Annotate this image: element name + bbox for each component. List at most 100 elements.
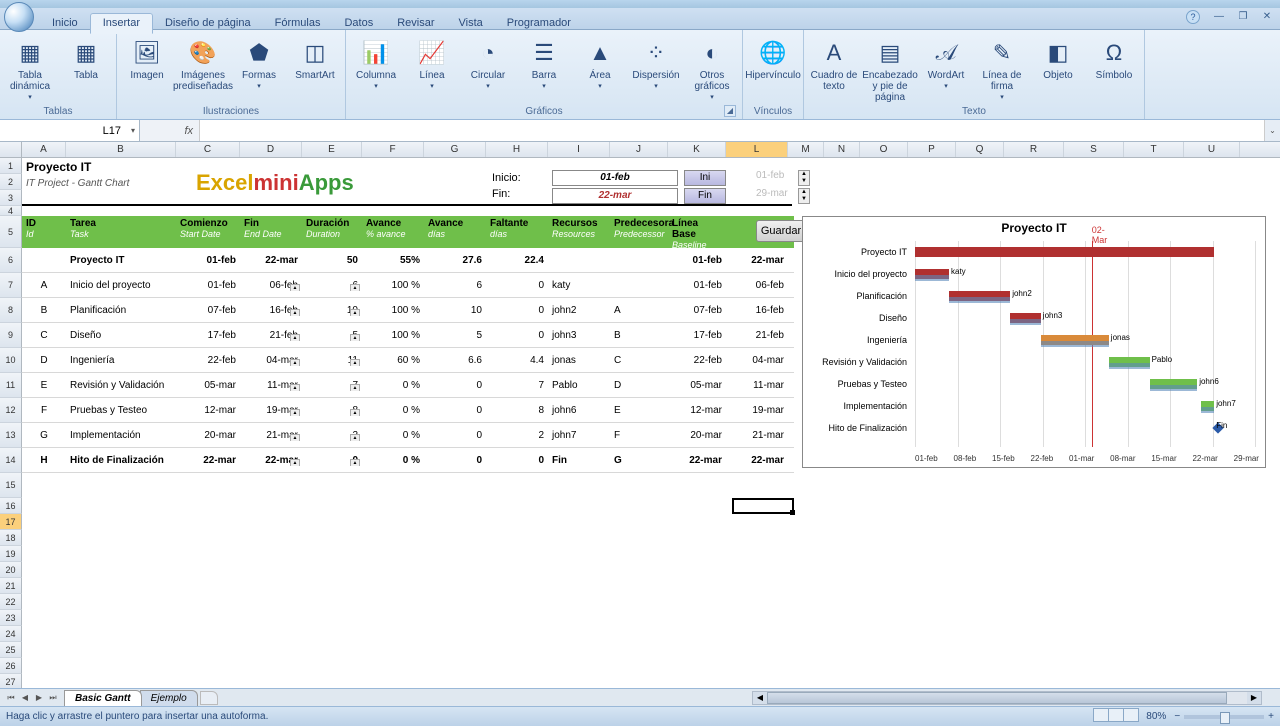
spreadsheet-grid[interactable]: ABCDEFGHIJKLMNOPQRSTU 123456789101112131…	[0, 142, 1280, 688]
zoom-level[interactable]: 80%	[1146, 711, 1166, 722]
column-header[interactable]: L	[726, 142, 788, 157]
ribbon-button[interactable]: 📈Línea▾	[408, 34, 456, 92]
ribbon-button[interactable]: 📊Columna▾	[352, 34, 400, 92]
cell-spinner[interactable]	[290, 434, 300, 441]
table-row[interactable]: DIngeniería22-feb04-mar1160 %6.64.4jonas…	[22, 348, 794, 373]
row-header[interactable]: 8	[0, 298, 22, 323]
column-header[interactable]: U	[1184, 142, 1240, 157]
cell-spinner[interactable]	[350, 434, 360, 441]
ribbon-button[interactable]: ΩSímbolo	[1090, 34, 1138, 81]
minimize-icon[interactable]: —	[1210, 10, 1228, 22]
cell-spinner[interactable]	[350, 384, 360, 391]
ribbon-button[interactable]: 🎨Imágenes prediseñadas	[179, 34, 227, 92]
row-header[interactable]: 19	[0, 546, 22, 562]
row-header[interactable]: 1	[0, 158, 22, 174]
cell-spinner[interactable]	[350, 334, 360, 341]
row-header[interactable]: 18	[0, 530, 22, 546]
ribbon-button[interactable]: 🌐Hipervínculo	[749, 34, 797, 81]
cell-spinner[interactable]	[290, 409, 300, 416]
ribbon-button[interactable]: ⁘Dispersión▾	[632, 34, 680, 92]
ribbon-button[interactable]: ▲Área▾	[576, 34, 624, 92]
guardar-button[interactable]: Guardar	[756, 220, 806, 242]
row-header[interactable]: 25	[0, 642, 22, 658]
expand-formula-icon[interactable]: ⌄	[1264, 120, 1280, 141]
row-header[interactable]: 21	[0, 578, 22, 594]
row-header[interactable]: 20	[0, 562, 22, 578]
row-header[interactable]: 4	[0, 206, 22, 216]
column-header[interactable]: A	[22, 142, 66, 157]
column-header[interactable]: I	[548, 142, 610, 157]
table-row[interactable]: CDiseño17-feb21-feb5100 %50john3B17-feb2…	[22, 323, 794, 348]
row-header[interactable]: 17	[0, 514, 22, 530]
ribbon-button[interactable]: ◫SmartArt	[291, 34, 339, 81]
selected-cell[interactable]	[732, 498, 794, 514]
row-header[interactable]: 22	[0, 594, 22, 610]
cell-spinner[interactable]	[350, 409, 360, 416]
column-header[interactable]: O	[860, 142, 908, 157]
row-header[interactable]: 6	[0, 248, 22, 273]
column-header[interactable]: D	[240, 142, 302, 157]
row-header[interactable]: 27	[0, 674, 22, 688]
ribbon-button[interactable]: 𝒜WordArt▾	[922, 34, 970, 92]
table-row[interactable]: HHito de Finalización22-mar22-mar00 %00F…	[22, 448, 794, 473]
row-header[interactable]: 11	[0, 373, 22, 398]
ribbon-button[interactable]: ACuadro de texto	[810, 34, 858, 92]
dialog-launcher-icon[interactable]: ◢	[724, 105, 736, 117]
cell-spinner[interactable]	[290, 384, 300, 391]
row-header[interactable]: 26	[0, 658, 22, 674]
row-header[interactable]: 9	[0, 323, 22, 348]
column-header[interactable]: Q	[956, 142, 1004, 157]
row-header[interactable]: 7	[0, 273, 22, 298]
cell-spinner[interactable]	[350, 459, 360, 466]
ribbon-tab[interactable]: Vista	[447, 14, 495, 33]
row-header[interactable]: 23	[0, 610, 22, 626]
ini-button[interactable]: Ini	[684, 170, 726, 186]
row-header[interactable]: 15	[0, 473, 22, 498]
new-sheet-icon[interactable]	[200, 691, 218, 705]
column-header[interactable]: K	[668, 142, 726, 157]
cell-spinner[interactable]	[350, 359, 360, 366]
table-row[interactable]: BPlanificación07-feb16-feb10100 %100john…	[22, 298, 794, 323]
cell-spinner[interactable]	[290, 334, 300, 341]
cell-spinner[interactable]	[290, 284, 300, 291]
column-header[interactable]: B	[66, 142, 176, 157]
gantt-chart[interactable]: Proyecto IT Proyecto ITInicio del proyec…	[802, 216, 1266, 468]
ribbon-button[interactable]: ▦Tabla	[62, 34, 110, 81]
help-icon[interactable]: ?	[1186, 10, 1200, 24]
table-row[interactable]: Proyecto IT01-feb22-mar5055%27.622.401-f…	[22, 248, 794, 273]
ribbon-tab[interactable]: Fórmulas	[263, 14, 333, 33]
column-header[interactable]: P	[908, 142, 956, 157]
sheet-tab-active[interactable]: Basic Gantt	[64, 690, 142, 706]
ribbon-button[interactable]: ◐Otros gráficos▾	[688, 34, 736, 103]
ribbon-button[interactable]: ◔Circular▾	[464, 34, 512, 92]
ribbon-button[interactable]: ◧Objeto	[1034, 34, 1082, 81]
date-spinner[interactable]	[798, 170, 810, 186]
column-header[interactable]: G	[424, 142, 486, 157]
name-box[interactable]: L17	[0, 120, 140, 141]
select-all-corner[interactable]	[0, 142, 22, 157]
column-header[interactable]: R	[1004, 142, 1064, 157]
ribbon-button[interactable]: ▦Tabla dinámica▾	[6, 34, 54, 103]
formula-input[interactable]	[200, 120, 1264, 141]
row-header[interactable]: 5	[0, 216, 22, 248]
ribbon-button[interactable]: 🖼Imagen	[123, 34, 171, 81]
ribbon-button[interactable]: ✎Línea de firma▾	[978, 34, 1026, 103]
cell-spinner[interactable]	[290, 309, 300, 316]
tab-nav[interactable]: ⏮◀▶⏭	[0, 693, 64, 703]
row-header[interactable]: 10	[0, 348, 22, 373]
ribbon-button[interactable]: ☰Barra▾	[520, 34, 568, 92]
zoom-slider[interactable]: −+	[1174, 711, 1274, 722]
column-header[interactable]: C	[176, 142, 240, 157]
column-header[interactable]: H	[486, 142, 548, 157]
fx-icon[interactable]: fx	[140, 120, 200, 141]
ribbon-button[interactable]: ▤Encabezado y pie de página	[866, 34, 914, 103]
row-header[interactable]: 16	[0, 498, 22, 514]
column-header[interactable]: N	[824, 142, 860, 157]
ribbon-tab[interactable]: Datos	[332, 14, 385, 33]
cell-spinner[interactable]	[350, 309, 360, 316]
column-header[interactable]: S	[1064, 142, 1124, 157]
ribbon-tab[interactable]: Insertar	[90, 13, 153, 34]
ribbon-tab[interactable]: Programador	[495, 14, 583, 33]
office-button[interactable]	[4, 2, 34, 32]
close-icon[interactable]: ✕	[1258, 10, 1276, 22]
